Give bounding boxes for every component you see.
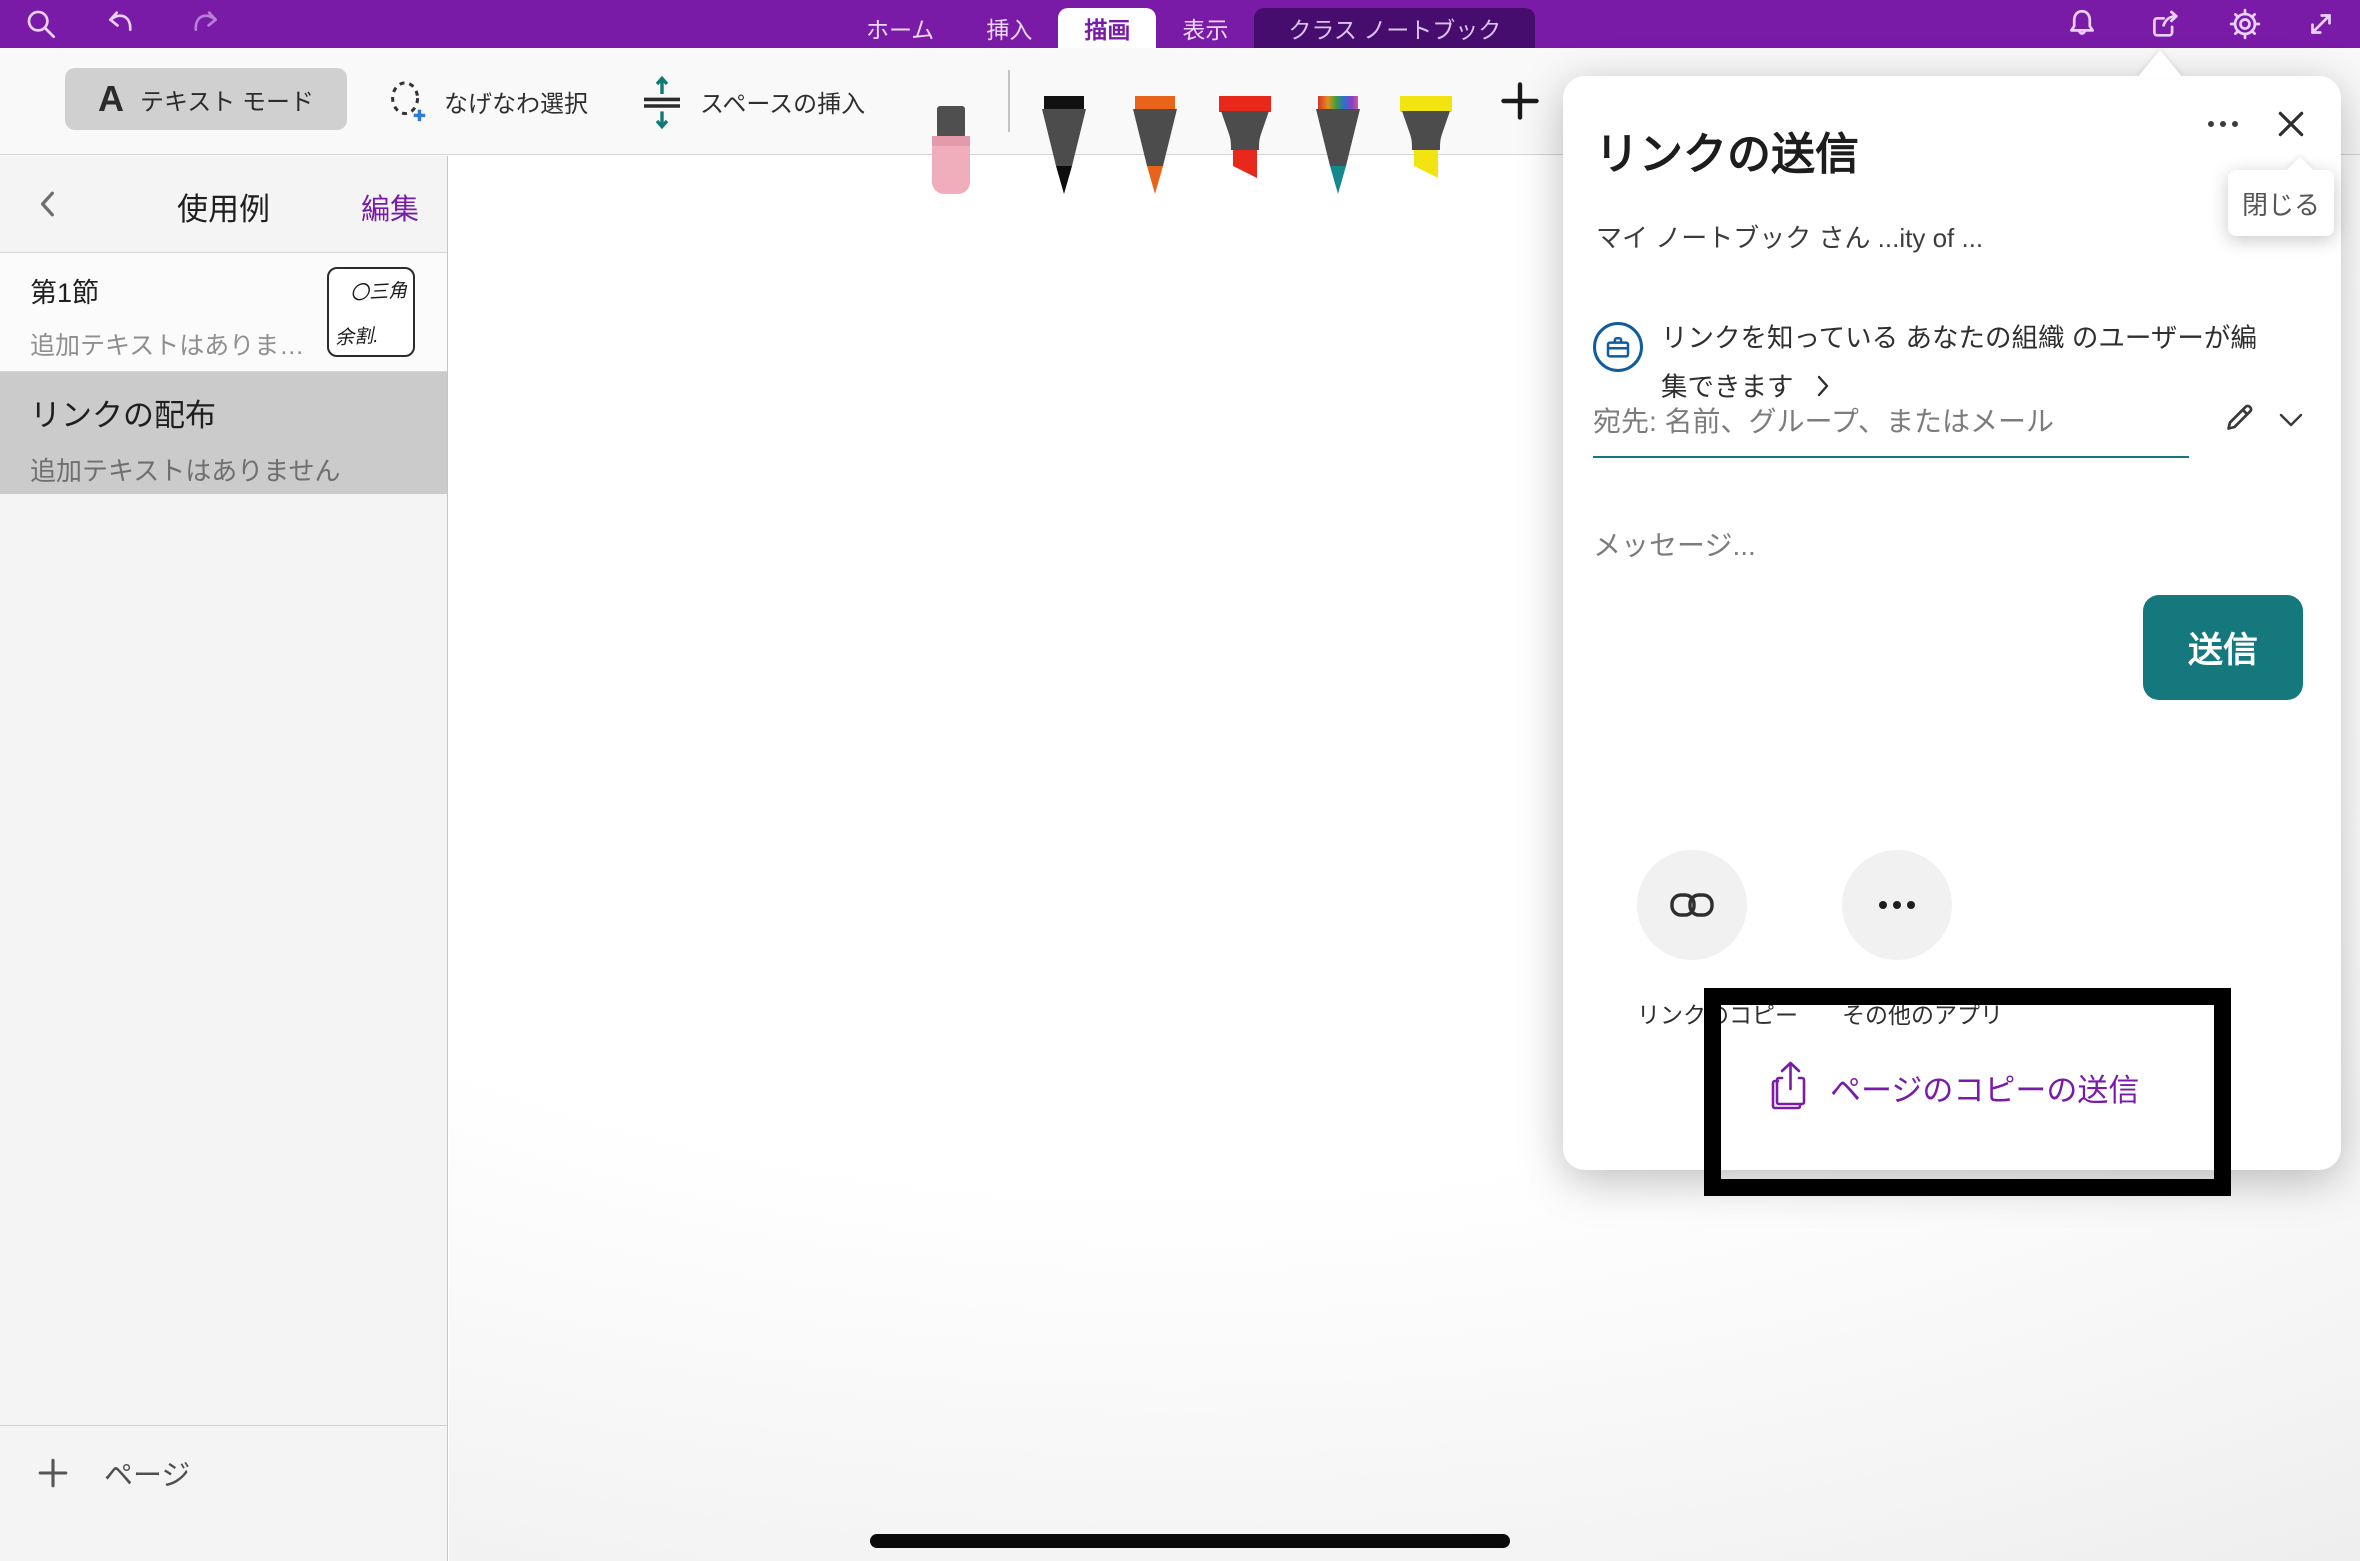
text-mode-icon: A	[98, 78, 124, 120]
undo-icon[interactable]	[100, 3, 142, 45]
tab-view[interactable]: 表示	[1156, 8, 1254, 48]
send-page-copy-button[interactable]: ページのコピーの送信	[1768, 1061, 2139, 1113]
add-page-label: ページ	[104, 1452, 190, 1494]
onenote-app: ホーム 挿入 描画 表示 クラス ノートブック A テキスト モード	[0, 0, 2360, 1561]
tooltip-label: 閉じる	[2242, 185, 2320, 222]
dialog-subtitle: マイ ノートブック さん ...ity of ...	[1596, 218, 1983, 255]
rainbow-pen-tool[interactable]	[1310, 96, 1366, 205]
page-subtitle: 追加テキストはありません	[30, 451, 417, 488]
page-title: リンクの配布	[30, 390, 417, 435]
text-mode-button[interactable]: A テキスト モード	[65, 68, 347, 130]
page-list-panel: 使用例 編集 第1節 追加テキストはありま… 〇三角 余割. リンクの配布 追加…	[0, 156, 448, 1561]
send-page-copy-label: ページのコピーの送信	[1830, 1065, 2139, 1110]
text-mode-label: テキスト モード	[140, 82, 314, 117]
tab-class-notebook[interactable]: クラス ノートブック	[1254, 8, 1535, 48]
copy-link-button[interactable]: リンクのコピー	[1637, 850, 1747, 1030]
title-bar: ホーム 挿入 描画 表示 クラス ノートブック	[0, 0, 2360, 48]
orange-pen-tool[interactable]	[1127, 96, 1183, 205]
dialog-pointer	[2137, 50, 2183, 78]
page-item-2-selected[interactable]: リンクの配布 追加テキストはありません	[0, 372, 447, 494]
fullscreen-icon[interactable]	[2300, 3, 2342, 45]
add-pen-button[interactable]	[1490, 68, 1550, 134]
notifications-icon[interactable]	[2061, 3, 2103, 45]
close-icon[interactable]	[2265, 100, 2317, 148]
ribbon-tabs: ホーム 挿入 描画 表示 クラス ノートブック	[840, 0, 1535, 48]
edit-button[interactable]: 編集	[361, 186, 419, 228]
tab-draw[interactable]: 描画	[1058, 8, 1156, 48]
eraser-tool[interactable]	[925, 106, 977, 206]
search-icon[interactable]	[20, 3, 62, 45]
toolbar-divider	[1008, 70, 1010, 132]
link-icon	[1637, 850, 1747, 960]
ellipsis-icon	[1842, 850, 1952, 960]
organization-briefcase-icon	[1593, 322, 1643, 372]
lasso-select-button[interactable]: なげなわ選択	[384, 48, 588, 155]
dialog-title: リンクの送信	[1595, 118, 1859, 182]
insert-space-icon	[638, 74, 686, 130]
close-tooltip: 閉じる	[2228, 170, 2334, 236]
plus-icon	[36, 1456, 70, 1490]
black-pen-tool[interactable]	[1036, 96, 1092, 205]
tab-insert[interactable]: 挿入	[960, 8, 1058, 48]
more-apps-button[interactable]: その他のアプリ	[1842, 850, 1952, 1030]
recipient-input[interactable]	[1593, 388, 2189, 458]
send-button[interactable]: 送信	[2143, 595, 2303, 700]
plus-icon	[1498, 79, 1542, 123]
thumbnail-handwriting: 余割.	[334, 321, 379, 350]
red-highlighter-tool[interactable]	[1215, 96, 1275, 201]
tab-home[interactable]: ホーム	[840, 8, 960, 48]
thumbnail-handwriting: 〇三角	[349, 276, 407, 306]
add-page-button[interactable]: ページ	[36, 1452, 190, 1494]
copy-link-label: リンクのコピー	[1637, 996, 1747, 1030]
share-icon[interactable]	[2144, 3, 2186, 45]
page-list-header: 使用例 編集	[0, 156, 447, 252]
home-indicator[interactable]	[870, 1534, 1510, 1548]
send-link-dialog: リンクの送信 マイ ノートブック さん ...ity of ... リンクを知っ…	[1563, 76, 2341, 1170]
page-thumbnail: 〇三角 余割.	[327, 267, 415, 357]
share-page-icon	[1768, 1061, 1812, 1113]
lasso-label: なげなわ選択	[444, 84, 588, 119]
settings-icon[interactable]	[2224, 3, 2266, 45]
insert-space-button[interactable]: スペースの挿入	[638, 48, 865, 155]
page-item-1[interactable]: 第1節 追加テキストはありま… 〇三角 余割.	[0, 253, 447, 371]
page-list-footer: ページ	[0, 1425, 447, 1561]
redo-icon[interactable]	[184, 3, 226, 45]
lasso-icon	[384, 79, 430, 125]
yellow-highlighter-tool[interactable]	[1396, 96, 1456, 201]
chevron-down-icon[interactable]	[2271, 404, 2311, 436]
edit-pencil-icon[interactable]	[2215, 394, 2263, 442]
more-apps-label: その他のアプリ	[1842, 996, 1952, 1030]
insert-space-label: スペースの挿入	[700, 84, 865, 119]
more-options-icon[interactable]	[2195, 102, 2251, 146]
